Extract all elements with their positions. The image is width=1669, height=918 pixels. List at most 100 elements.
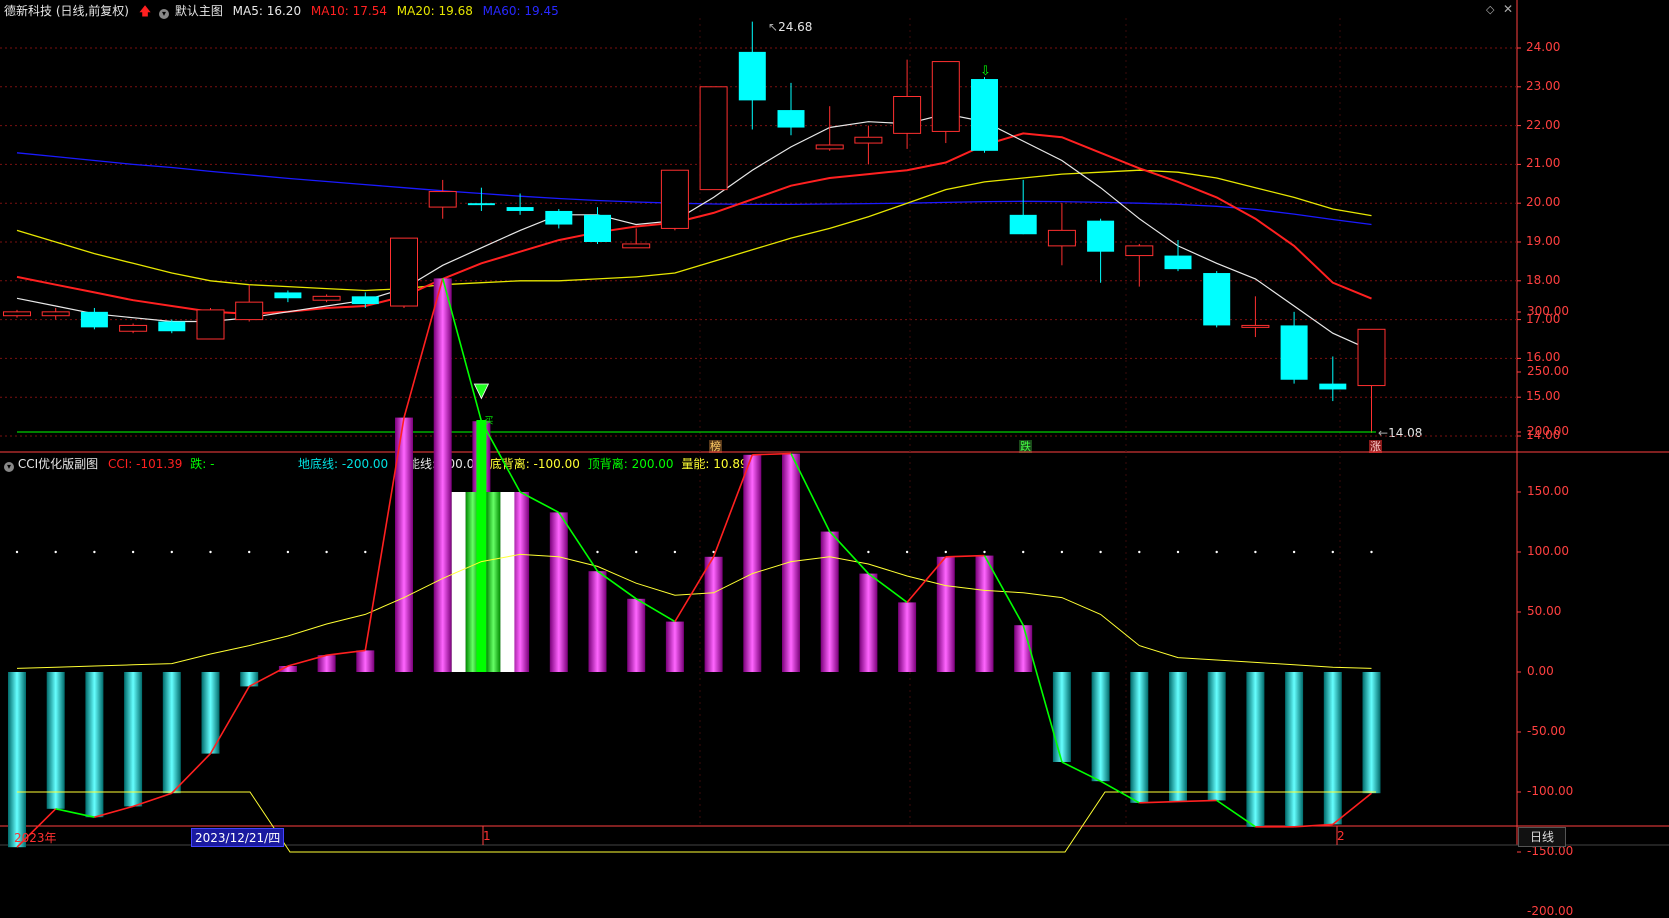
cci-bar-positive	[859, 573, 878, 672]
sub-y-tick-label: 100.00	[1527, 544, 1569, 558]
candle-body-down	[1203, 273, 1231, 326]
candle-body-up	[235, 301, 264, 321]
cci-bar-negative	[1323, 672, 1342, 825]
niuneng-dot	[93, 550, 96, 554]
candle-body-up	[854, 136, 883, 144]
cci-bar-positive	[898, 602, 917, 672]
niuneng-dot	[1022, 550, 1025, 554]
candle-body-down	[545, 210, 573, 225]
sub-y-tick-label: -100.00	[1527, 784, 1574, 798]
niuneng-dot	[1176, 550, 1180, 554]
cci-bar-positive	[588, 571, 607, 672]
candle-body-up	[3, 311, 31, 317]
candle-body-down	[971, 79, 998, 151]
candle-body-up	[815, 144, 844, 150]
cci-bar-positive	[433, 278, 452, 672]
candle-body-up	[119, 324, 148, 332]
candle-body-up	[1125, 245, 1154, 257]
niuneng-dot	[1099, 550, 1102, 554]
candle-body-down	[1280, 325, 1308, 380]
niuneng-dot	[1060, 550, 1064, 554]
candle-body-down	[274, 292, 302, 299]
sub-y-tick-label: -200.00	[1527, 904, 1574, 918]
niuneng-dot	[944, 550, 947, 554]
niuneng-dot	[1254, 550, 1257, 554]
cci-bar-negative	[1285, 672, 1304, 827]
main-y-tick-label: 15.00	[1526, 389, 1561, 404]
candle-body-down	[1087, 220, 1115, 252]
candle-body-down	[1319, 383, 1347, 390]
niuneng-dot	[1215, 550, 1218, 554]
stock-chart-window: 德新科技 (日线,前复权) 🡅 ▾ 默认主图 MA5: 16.20 MA10: …	[0, 0, 1669, 918]
highlight-green-right	[486, 492, 501, 672]
candle-body-up	[660, 169, 689, 229]
candle-body-up	[390, 237, 418, 307]
cci-bar-negative	[1052, 672, 1071, 762]
highlight-white-left	[451, 492, 466, 672]
ma20-line	[16, 169, 1372, 292]
cci-bar-negative	[162, 672, 181, 794]
main-y-tick-label: 20.00	[1526, 195, 1561, 210]
niuneng-dot	[209, 550, 212, 554]
candle-body-down	[1164, 255, 1192, 270]
cci-bar-negative	[85, 672, 104, 818]
sub-y-tick-label: 150.00	[1527, 484, 1569, 498]
niuneng-dot	[131, 550, 135, 554]
candle-body-down	[351, 296, 379, 305]
cci-bar-positive	[975, 555, 994, 672]
ma10-line	[16, 132, 1372, 315]
niuneng-dot	[635, 550, 638, 554]
main-y-tick-label: 18.00	[1526, 272, 1561, 287]
cci-bar-positive	[743, 454, 762, 672]
main-y-tick-label: 22.00	[1526, 117, 1561, 132]
cci-bar-positive	[936, 556, 955, 672]
cci-bar-positive	[820, 531, 839, 672]
niuneng-dot	[1292, 550, 1296, 554]
cci-bar-positive	[782, 453, 800, 672]
period-button[interactable]: 日线	[1518, 827, 1566, 847]
niuneng-dot	[364, 550, 367, 554]
candle-body-down	[1009, 214, 1037, 235]
sub-y-tick-label: -50.00	[1527, 724, 1566, 738]
cci-average-line	[16, 553, 1372, 669]
cci-bar-negative	[46, 672, 65, 809]
candle-body-up	[1047, 229, 1076, 247]
candle-body-down	[158, 321, 186, 332]
main-y-tick-label: 23.00	[1526, 78, 1561, 93]
cci-bar-negative	[1207, 672, 1226, 801]
cci-bar-negative	[1130, 672, 1149, 803]
sub-y-tick-label: 0.00	[1527, 664, 1554, 678]
sub-y-tick-label: 300.00	[1527, 304, 1569, 318]
chart-canvas[interactable]: 买	[0, 0, 1669, 900]
cci-bar-negative	[8, 672, 26, 848]
cci-bar-positive	[356, 650, 375, 672]
cci-bar-negative	[1246, 672, 1265, 827]
cci-bar-positive	[549, 512, 568, 672]
candle-body-up	[622, 243, 651, 249]
niuneng-dot	[286, 550, 290, 554]
cci-bar-negative	[240, 672, 259, 687]
candle-body-up	[893, 96, 922, 134]
main-y-tick-label: 21.00	[1526, 156, 1561, 171]
niuneng-dot	[325, 550, 328, 554]
cci-bar-negative	[1091, 672, 1110, 782]
niuneng-dot	[15, 550, 19, 554]
niuneng-dot	[673, 550, 677, 554]
candle-body-down	[80, 311, 108, 328]
candle-body-down	[467, 203, 495, 206]
candle-body-up	[699, 86, 728, 191]
month-label-1: 1	[483, 829, 491, 843]
main-y-tick-label: 16.00	[1526, 350, 1561, 365]
buy-signal-icon	[473, 383, 490, 400]
niuneng-dot	[1331, 550, 1335, 554]
niuneng-dot	[905, 550, 909, 554]
candle-body-down	[738, 51, 766, 101]
niuneng-dot	[867, 550, 870, 554]
candle-body-down	[584, 214, 611, 242]
candle-body-down	[506, 207, 534, 211]
sub-y-tick-label: 200.00	[1527, 424, 1569, 438]
candle-body-down	[777, 110, 805, 128]
cci-bar-positive	[627, 598, 646, 672]
highlight-green-center	[476, 420, 487, 672]
main-y-tick-label: 19.00	[1526, 234, 1561, 248]
